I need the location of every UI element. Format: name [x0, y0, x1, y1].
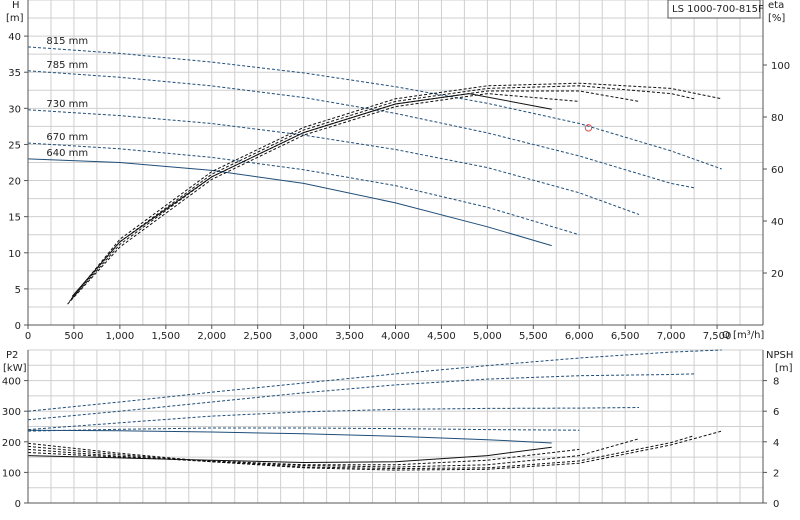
npsh-tick-label: 6	[773, 407, 779, 418]
npsh-tick-label: 4	[773, 438, 779, 449]
duty-point-marker	[584, 124, 593, 132]
y2-tick-label: 20	[771, 269, 784, 280]
npsh-curve	[27, 430, 722, 471]
y-tick-label: 25	[8, 140, 21, 151]
x-axis-label: Q [m³/h]	[722, 330, 764, 341]
efficiency-curve	[68, 90, 640, 302]
y-tick-label: 15	[8, 213, 21, 224]
bottom-y-label: P2	[6, 350, 18, 361]
y2-tick-label: 100	[771, 61, 790, 72]
y-tick-label: 10	[8, 249, 21, 260]
head-curve	[27, 70, 695, 189]
y-tick-label: 30	[8, 104, 21, 115]
y-tick-label: 20	[8, 177, 21, 188]
efficiency-curve	[70, 85, 695, 300]
diameter-label: 730 mm	[46, 99, 88, 110]
top-y-label: H	[12, 0, 20, 11]
pump-curve-chart: 0 500 1,000 1,500 2,000 2,500 3,000 3,500 4,000 4…	[2, 0, 793, 510]
x-tick-label: 4,500	[427, 331, 456, 342]
p2-tick-label: 200	[2, 438, 21, 449]
y2-tick-label: 40	[771, 217, 784, 228]
y-tick-label: 5	[15, 285, 21, 296]
diameter-label: 815 mm	[46, 36, 88, 47]
top-y-right-label: eta	[768, 0, 784, 11]
npsh-tick-label: 0	[773, 499, 779, 510]
x-tick-label: 7,000	[657, 331, 686, 342]
curves	[27, 46, 722, 471]
x-tick-label: 5,000	[473, 331, 502, 342]
bottom-y-unit: [kW]	[3, 363, 27, 374]
bottom-y-right-unit: [m]	[775, 363, 793, 374]
x-tick-label: 6,000	[565, 331, 594, 342]
x-tick-label: 1,000	[106, 331, 135, 342]
p2-tick-label: 0	[15, 499, 21, 510]
y2-tick-label: 80	[771, 113, 784, 124]
x-tick-label: 1,500	[151, 331, 180, 342]
x-tick-label: 3,500	[335, 331, 364, 342]
y-tick-label: 0	[15, 321, 21, 332]
x-tick-label: 2,000	[197, 331, 226, 342]
power-curve	[27, 429, 552, 444]
p2-tick-label: 300	[2, 407, 21, 418]
top-y-unit: [m]	[6, 13, 24, 24]
y-tick-label: 40	[8, 32, 21, 43]
head-curve	[27, 158, 552, 247]
grid	[27, 0, 764, 504]
npsh-tick-label: 2	[773, 468, 779, 479]
x-tick-label: 2,500	[243, 331, 272, 342]
x-tick-label: 5,500	[519, 331, 548, 342]
p2-tick-label: 400	[2, 377, 21, 388]
efficiency-curve	[72, 82, 722, 297]
x-tick-label: 3,000	[289, 331, 318, 342]
npsh-tick-label: 8	[773, 377, 779, 388]
x-tick-label: 0	[25, 331, 31, 342]
diameter-label: 670 mm	[46, 132, 88, 143]
npsh-curve	[27, 435, 695, 470]
y-tick-label: 35	[8, 68, 21, 79]
x-tick-label: 500	[64, 331, 83, 342]
diameter-label: 785 mm	[46, 60, 88, 71]
p2-tick-label: 100	[2, 468, 21, 479]
x-tick-label: 6,500	[611, 331, 640, 342]
y2-tick-label: 60	[771, 165, 784, 176]
bottom-y-right-label: NPSH	[766, 350, 793, 361]
x-tick-label: 4,000	[381, 331, 410, 342]
top-y-right-unit: [%]	[768, 13, 785, 24]
chart-title: LS 1000-700-815F	[672, 4, 764, 15]
npsh-curve	[27, 446, 552, 464]
diameter-label: 640 mm	[46, 148, 88, 159]
efficiency-curve	[71, 93, 552, 297]
